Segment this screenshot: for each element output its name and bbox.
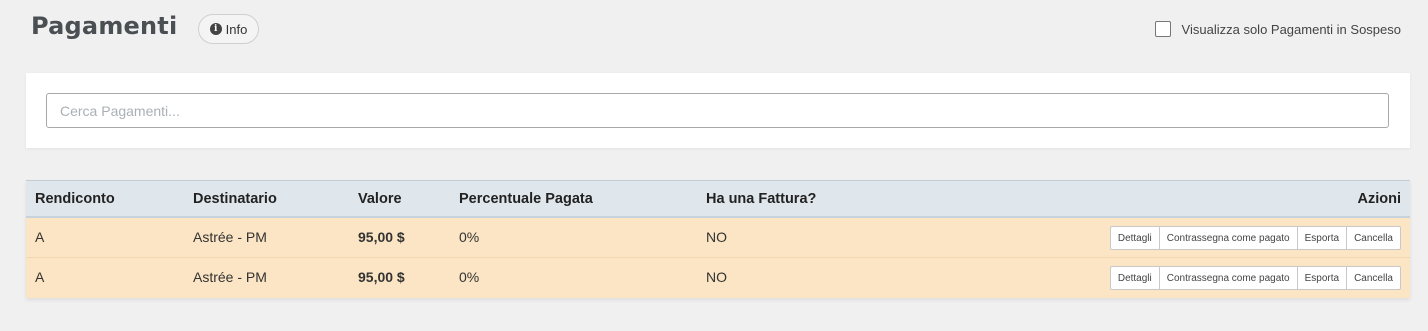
column-header-fattura: Ha una Fattura? [706, 191, 817, 207]
export-button[interactable]: Esporta [1296, 226, 1348, 250]
delete-button[interactable]: Cancella [1346, 266, 1401, 290]
cell-valore: 95,00 $ [358, 229, 405, 245]
search-input[interactable] [46, 93, 1389, 128]
column-header-destinatario: Destinatario [193, 191, 277, 207]
page-title: Pagamenti [31, 12, 178, 40]
column-header-azioni: Azioni [1357, 191, 1402, 207]
page-header: Pagamenti i Info Visualizza solo Pagamen… [0, 0, 1428, 60]
search-card [26, 73, 1410, 148]
cell-valore: 95,00 $ [358, 269, 405, 285]
mark-paid-button[interactable]: Contrassegna come pagato [1158, 266, 1298, 290]
payments-table: Rendiconto Destinatario Valore Percentua… [26, 180, 1410, 298]
cell-destinatario: Astrée - PM [193, 269, 267, 285]
delete-button[interactable]: Cancella [1346, 226, 1401, 250]
info-icon: i [209, 23, 222, 35]
export-button[interactable]: Esporta [1296, 266, 1348, 290]
details-button[interactable]: Dettagli [1109, 226, 1160, 250]
column-header-percentuale: Percentuale Pagata [459, 191, 593, 207]
info-button[interactable]: i Info [198, 14, 259, 44]
info-button-label: Info [225, 21, 248, 37]
row-actions: Dettagli Contrassegna come pagato Esport… [1109, 266, 1401, 290]
pending-filter-label: Visualizza solo Pagamenti in Sospeso [1181, 21, 1401, 37]
cell-fattura: NO [706, 269, 727, 285]
column-header-valore: Valore [358, 191, 402, 207]
cell-percentuale: 0% [459, 229, 480, 245]
table-header: Rendiconto Destinatario Valore Percentua… [26, 180, 1410, 218]
row-actions: Dettagli Contrassegna come pagato Esport… [1109, 226, 1401, 250]
details-button[interactable]: Dettagli [1109, 266, 1160, 290]
table-row: A Astrée - PM 95,00 $ 0% NO Dettagli Con… [26, 218, 1410, 258]
pending-filter[interactable]: Visualizza solo Pagamenti in Sospeso [1154, 21, 1401, 37]
cell-rendiconto: A [35, 229, 45, 245]
pending-filter-checkbox[interactable] [1154, 21, 1171, 37]
table-row: A Astrée - PM 95,00 $ 0% NO Dettagli Con… [26, 258, 1410, 298]
cell-rendiconto: A [35, 269, 45, 285]
cell-fattura: NO [706, 229, 727, 245]
column-header-rendiconto: Rendiconto [35, 191, 115, 207]
mark-paid-button[interactable]: Contrassegna come pagato [1158, 226, 1298, 250]
cell-destinatario: Astrée - PM [193, 229, 267, 245]
cell-percentuale: 0% [459, 269, 480, 285]
